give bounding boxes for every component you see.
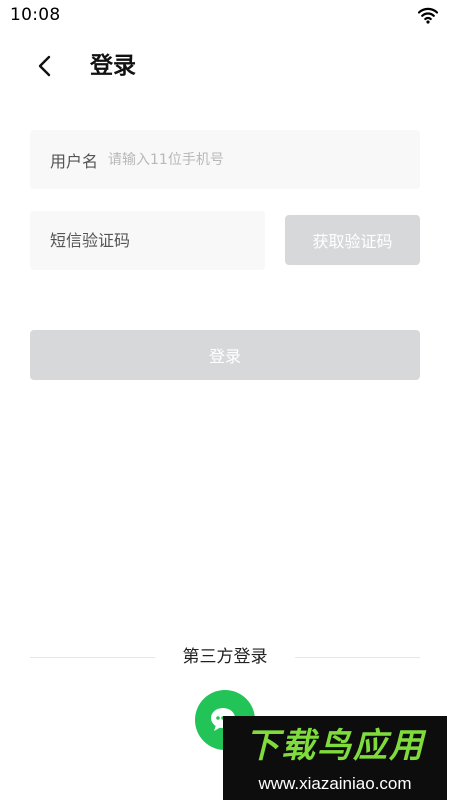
sms-code-field[interactable] — [30, 211, 265, 270]
get-code-button[interactable]: 获取验证码 — [285, 215, 420, 265]
third-party-login-label: 第三方登录 — [182, 647, 268, 667]
status-bar: 10:08 — [0, 0, 450, 32]
login-screen: 10:08 登录 用户名 获取验证码 登录 第三方登录 下载 — [0, 0, 450, 800]
username-label: 用户名 — [50, 151, 99, 171]
divider-right — [295, 657, 420, 658]
login-button[interactable]: 登录 — [30, 330, 420, 380]
back-button[interactable] — [30, 50, 60, 82]
divider-left — [30, 657, 155, 658]
watermark-title: 下载鸟应用 — [245, 726, 425, 766]
username-field[interactable]: 用户名 — [30, 130, 420, 189]
watermark-url: www.xiazainiao.com — [258, 774, 412, 793]
page-title: 登录 — [90, 53, 136, 79]
chevron-left-icon — [38, 55, 51, 77]
wifi-icon — [418, 7, 438, 24]
phone-input[interactable] — [108, 151, 420, 168]
status-time: 10:08 — [10, 5, 61, 25]
watermark-logo: 下载鸟应用 www.xiazainiao.com — [223, 716, 447, 800]
sms-code-input[interactable] — [50, 231, 265, 250]
